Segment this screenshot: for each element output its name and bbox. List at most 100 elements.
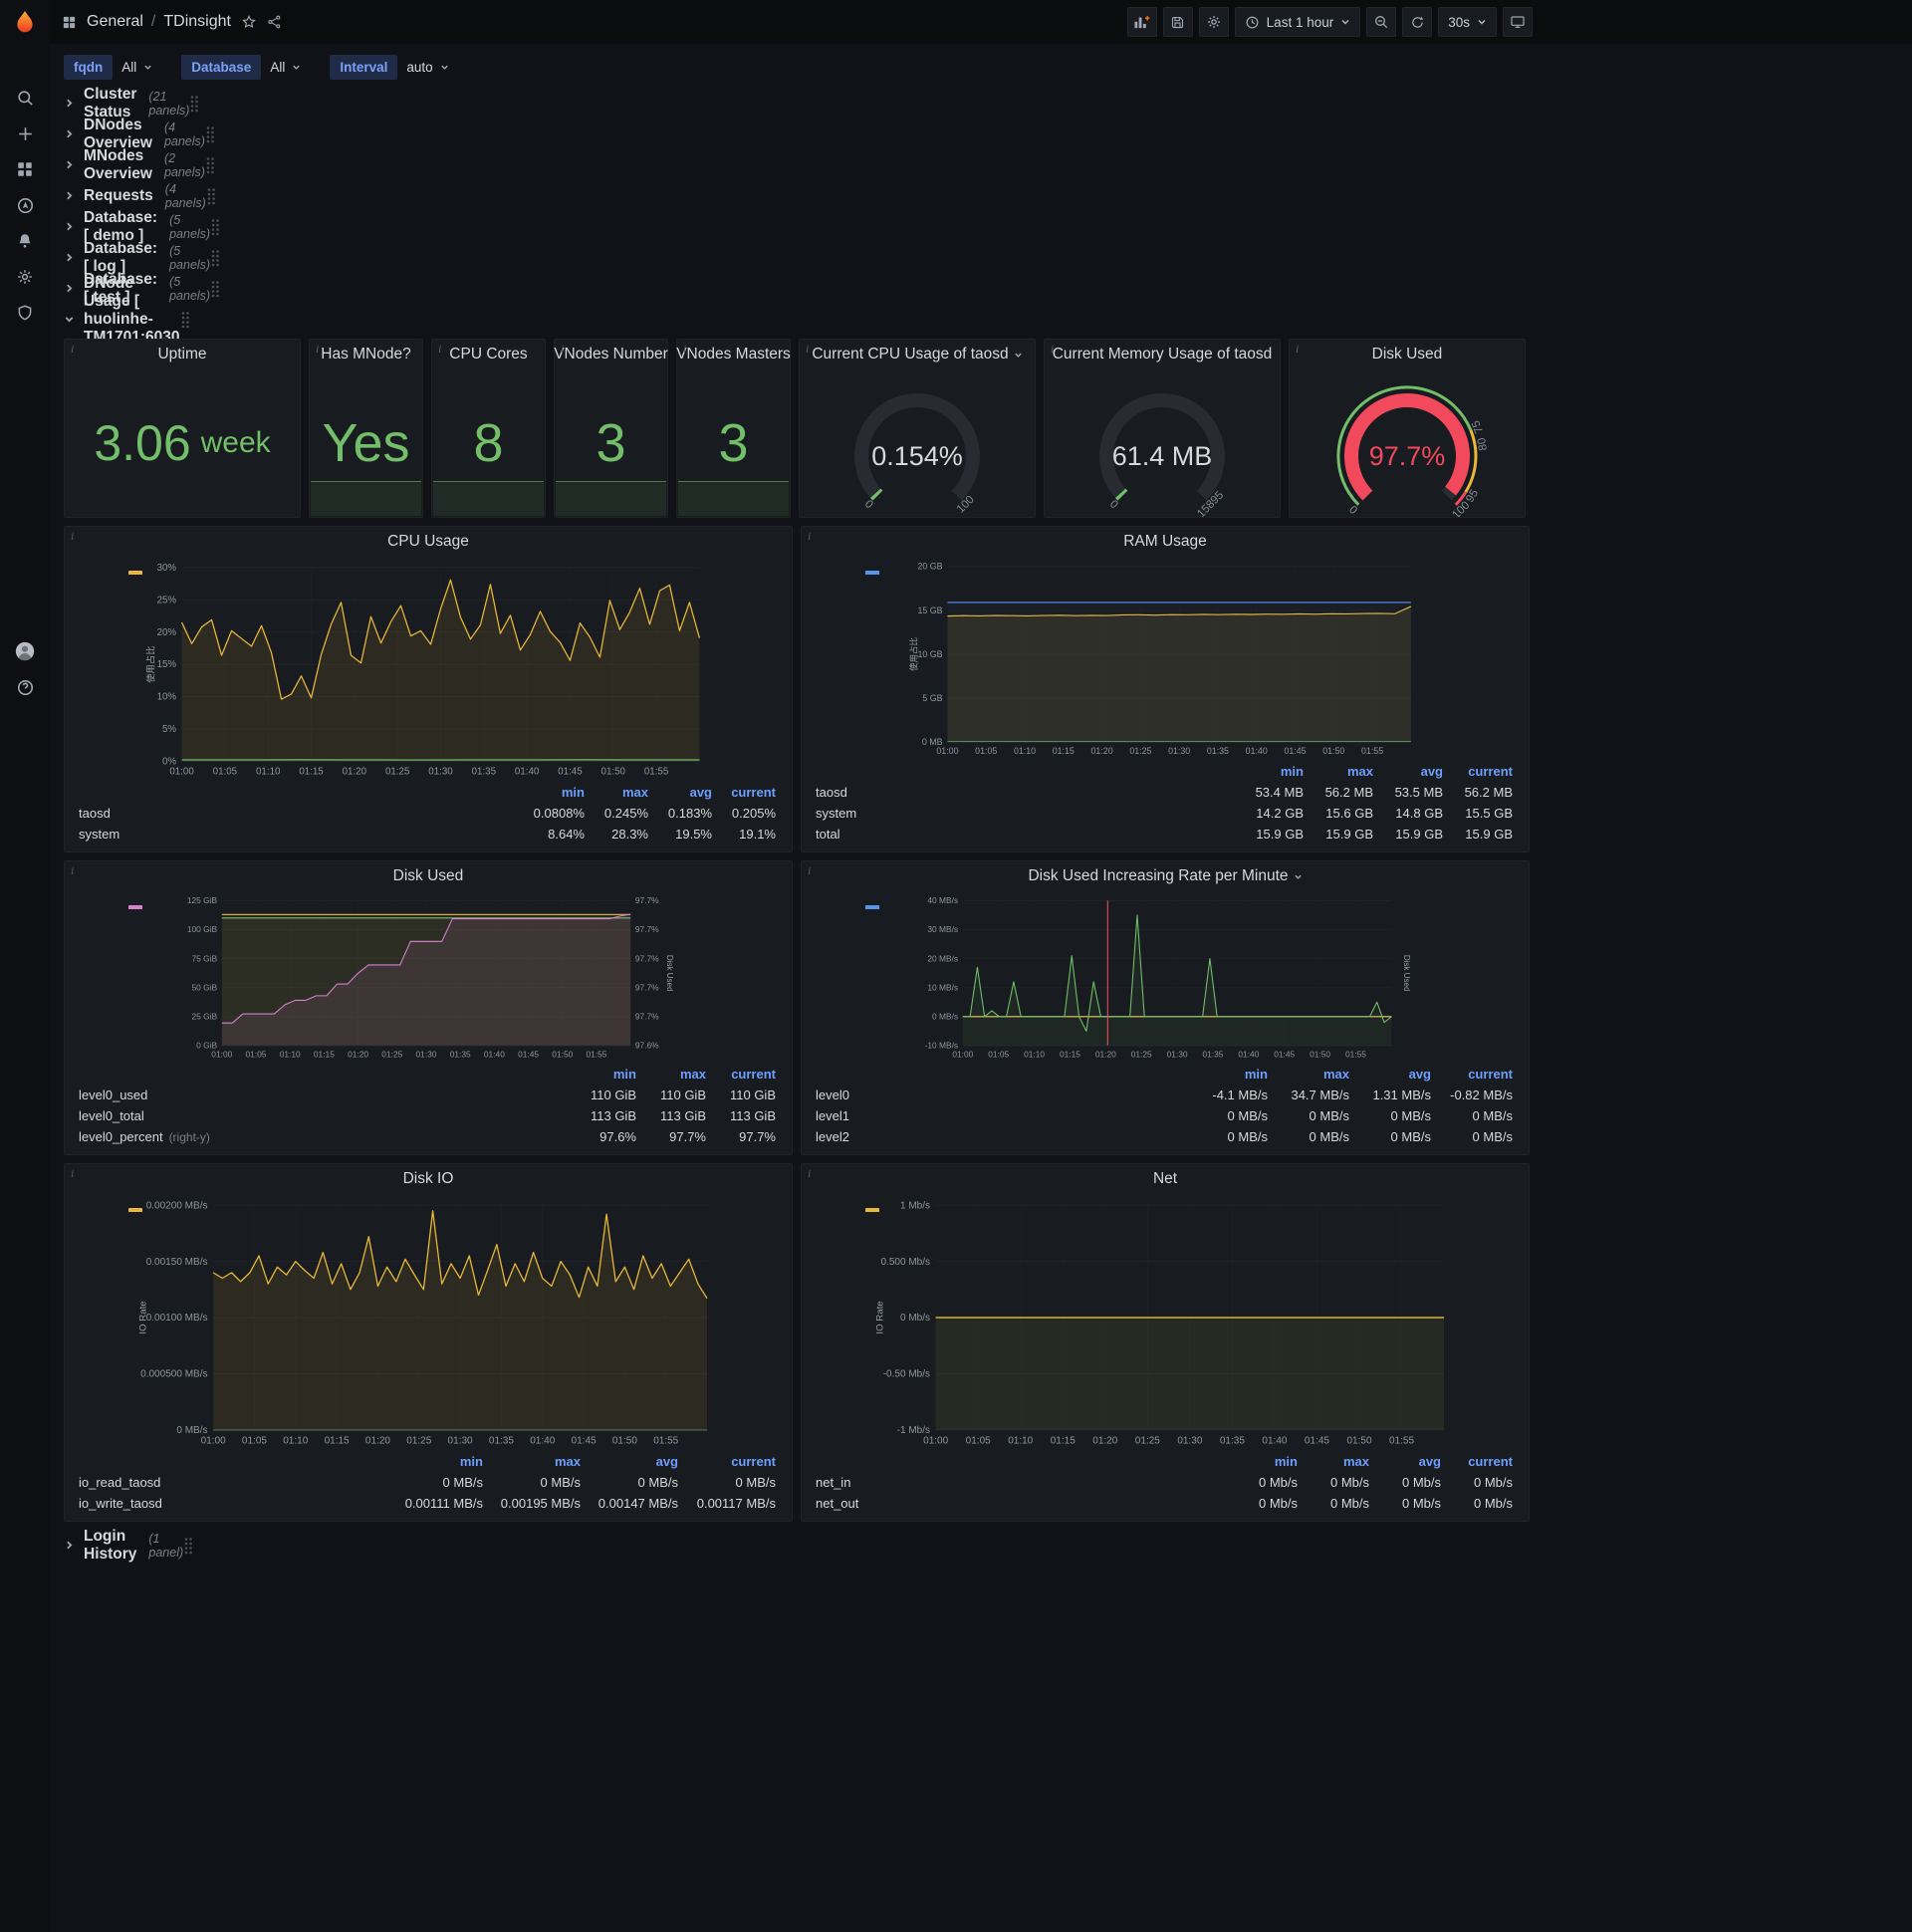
row-database-log[interactable]: Database: [ log ] (5 panels) — [64, 240, 219, 275]
panel-title[interactable]: Net — [802, 1164, 1529, 1194]
panel-info-icon[interactable]: i — [71, 529, 74, 544]
disk-rate-chart[interactable]: 01:00 01:05 01:10 01:15 01:20 01:25 01:30 01:35… — [802, 891, 1529, 1062]
row-drag-handle[interactable] — [180, 311, 190, 329]
legend-series-color[interactable] — [865, 905, 879, 909]
panel-title[interactable]: VNodes Number — [554, 340, 668, 369]
legend-series-color[interactable] — [128, 1208, 142, 1212]
ram-usage-chart[interactable]: 01:00 01:05 01:10 01:15 01:20 01:25 01:30 01:35… — [802, 557, 1529, 759]
legend-column-header[interactable]: min — [521, 785, 585, 800]
row-drag-handle[interactable] — [210, 249, 220, 267]
legend-series-label[interactable]: total — [816, 827, 840, 842]
time-range-picker[interactable]: Last 1 hour — [1234, 7, 1361, 37]
legend-series-label[interactable]: level0_used — [79, 1087, 147, 1102]
legend-series-label[interactable]: taosd — [79, 806, 111, 821]
legend-column-header[interactable]: min — [1186, 1067, 1268, 1082]
panel-menu-caret[interactable] — [1294, 872, 1303, 881]
legend-column-header[interactable]: avg — [581, 1454, 678, 1469]
legend-series-label[interactable]: level2 — [816, 1129, 849, 1144]
legend-column-header[interactable]: current — [678, 1454, 776, 1469]
search-icon[interactable] — [0, 80, 50, 116]
gauge[interactable]: 0.154% 0 100 — [800, 369, 1035, 517]
create-plus-icon[interactable] — [0, 116, 50, 151]
disk-io-chart[interactable]: 01:00 01:05 01:10 01:15 01:20 01:25 01:30 01:35… — [65, 1194, 792, 1449]
configuration-gear-icon[interactable] — [0, 259, 50, 295]
save-dashboard-button[interactable] — [1162, 7, 1193, 37]
panel-title[interactable]: Uptime — [65, 340, 300, 369]
legend-column-header[interactable]: current — [1441, 1454, 1513, 1469]
share-icon[interactable] — [267, 14, 283, 30]
variable-value-dropdown[interactable]: All — [113, 55, 161, 80]
legend-series-label[interactable]: level1 — [816, 1108, 849, 1123]
legend-series-label[interactable]: io_write_taosd — [79, 1496, 162, 1511]
legend-series-label[interactable]: system — [816, 806, 856, 821]
add-panel-button[interactable] — [1126, 7, 1157, 37]
panel-title[interactable]: Current CPU Usage of taosd — [800, 340, 1035, 369]
row-mnodes-overview[interactable]: MNodes Overview (2 panels) — [64, 147, 214, 182]
panel-info-icon[interactable]: i — [683, 342, 686, 357]
panel-info-icon[interactable]: i — [808, 529, 811, 544]
gauge[interactable]: 61.4 MB 0 15895 — [1045, 369, 1280, 517]
explore-compass-icon[interactable] — [0, 187, 50, 223]
legend-series-label[interactable]: level0_percent — [79, 1129, 163, 1144]
legend-column-header[interactable]: avg — [1349, 1067, 1431, 1082]
legend-column-header[interactable]: max — [636, 1067, 706, 1082]
disk-used-gauge[interactable]: 97.7%0 100758095 — [1290, 369, 1525, 517]
gauge[interactable]: 97.7% 0 100 75 80 95 — [1290, 369, 1525, 517]
row-dnodes-overview[interactable]: DNodes Overview (4 panels) — [64, 117, 214, 151]
zoom-out-button[interactable] — [1366, 7, 1397, 37]
legend-series-label[interactable]: net_in — [816, 1475, 850, 1490]
variable-value-dropdown[interactable]: All — [261, 55, 310, 80]
panel-title[interactable]: RAM Usage — [802, 527, 1529, 557]
panel-title[interactable]: Current Memory Usage of taosd — [1045, 340, 1280, 369]
legend-series-label[interactable]: level0 — [816, 1087, 849, 1102]
panel-info-icon[interactable]: i — [71, 863, 74, 878]
help-icon[interactable] — [0, 669, 50, 705]
legend-series-label[interactable]: taosd — [816, 785, 847, 800]
panel-info-icon[interactable]: i — [438, 342, 441, 357]
legend-column-header[interactable]: max — [1298, 1454, 1369, 1469]
legend-series-label[interactable]: level0_total — [79, 1108, 144, 1123]
row-dnode-usage[interactable]: DNode Usage [ huolinhe-TM1701:6030 ] — [64, 275, 189, 363]
legend-series-color[interactable] — [128, 905, 142, 909]
panel-info-icon[interactable]: i — [808, 1166, 811, 1181]
legend-column-header[interactable]: max — [1304, 764, 1373, 779]
legend-series-label[interactable]: net_out — [816, 1496, 858, 1511]
row-drag-handle[interactable] — [210, 280, 220, 298]
panel-info-icon[interactable]: i — [71, 342, 74, 357]
row-drag-handle[interactable] — [183, 1537, 193, 1555]
refresh-button[interactable] — [1402, 7, 1433, 37]
legend-column-header[interactable]: min — [567, 1067, 636, 1082]
memory-usage-gauge[interactable]: 61.4 MB0 15895 — [1045, 369, 1280, 517]
row-cluster-status[interactable]: Cluster Status (21 panels) — [64, 86, 199, 121]
cycle-view-button[interactable] — [1503, 7, 1533, 37]
cpu-usage-chart[interactable]: 01:00 01:05 01:10 01:15 01:20 01:25 01:30 01:35… — [65, 557, 792, 780]
panel-menu-caret[interactable] — [1014, 351, 1023, 360]
legend-series-color[interactable] — [865, 1208, 879, 1212]
panel-title[interactable]: CPU Usage — [65, 527, 792, 557]
panel-title[interactable]: Disk IO — [65, 1164, 792, 1194]
refresh-interval-dropdown[interactable]: 30s — [1438, 7, 1497, 37]
panel-info-icon[interactable]: i — [1051, 342, 1054, 357]
row-drag-handle[interactable] — [206, 187, 216, 205]
row-login-history[interactable]: Login History (1 panel) — [64, 1528, 192, 1563]
legend-series-label[interactable]: io_read_taosd — [79, 1475, 160, 1490]
user-avatar[interactable] — [0, 633, 50, 669]
legend-column-header[interactable]: max — [483, 1454, 581, 1469]
panel-title[interactable]: VNodes Masters — [676, 340, 791, 369]
panel-info-icon[interactable]: i — [1296, 342, 1299, 357]
panel-info-icon[interactable]: i — [808, 863, 811, 878]
row-requests[interactable]: Requests (4 panels) — [64, 180, 215, 211]
legend-column-header[interactable]: max — [585, 785, 648, 800]
panel-title[interactable]: Disk Used Increasing Rate per Minute — [802, 861, 1529, 891]
row-drag-handle[interactable] — [205, 125, 215, 143]
alerting-bell-icon[interactable] — [0, 223, 50, 259]
cpu-usage-gauge[interactable]: 0.154%0 100 — [800, 369, 1035, 517]
row-drag-handle[interactable] — [189, 95, 199, 113]
panel-info-icon[interactable]: i — [806, 342, 809, 357]
legend-column-header[interactable]: max — [1268, 1067, 1349, 1082]
dashboard-settings-button[interactable] — [1198, 7, 1229, 37]
legend-column-header[interactable]: current — [712, 785, 776, 800]
legend-column-header[interactable]: current — [1431, 1067, 1513, 1082]
star-icon[interactable] — [241, 14, 257, 30]
legend-column-header[interactable]: min — [1234, 764, 1304, 779]
